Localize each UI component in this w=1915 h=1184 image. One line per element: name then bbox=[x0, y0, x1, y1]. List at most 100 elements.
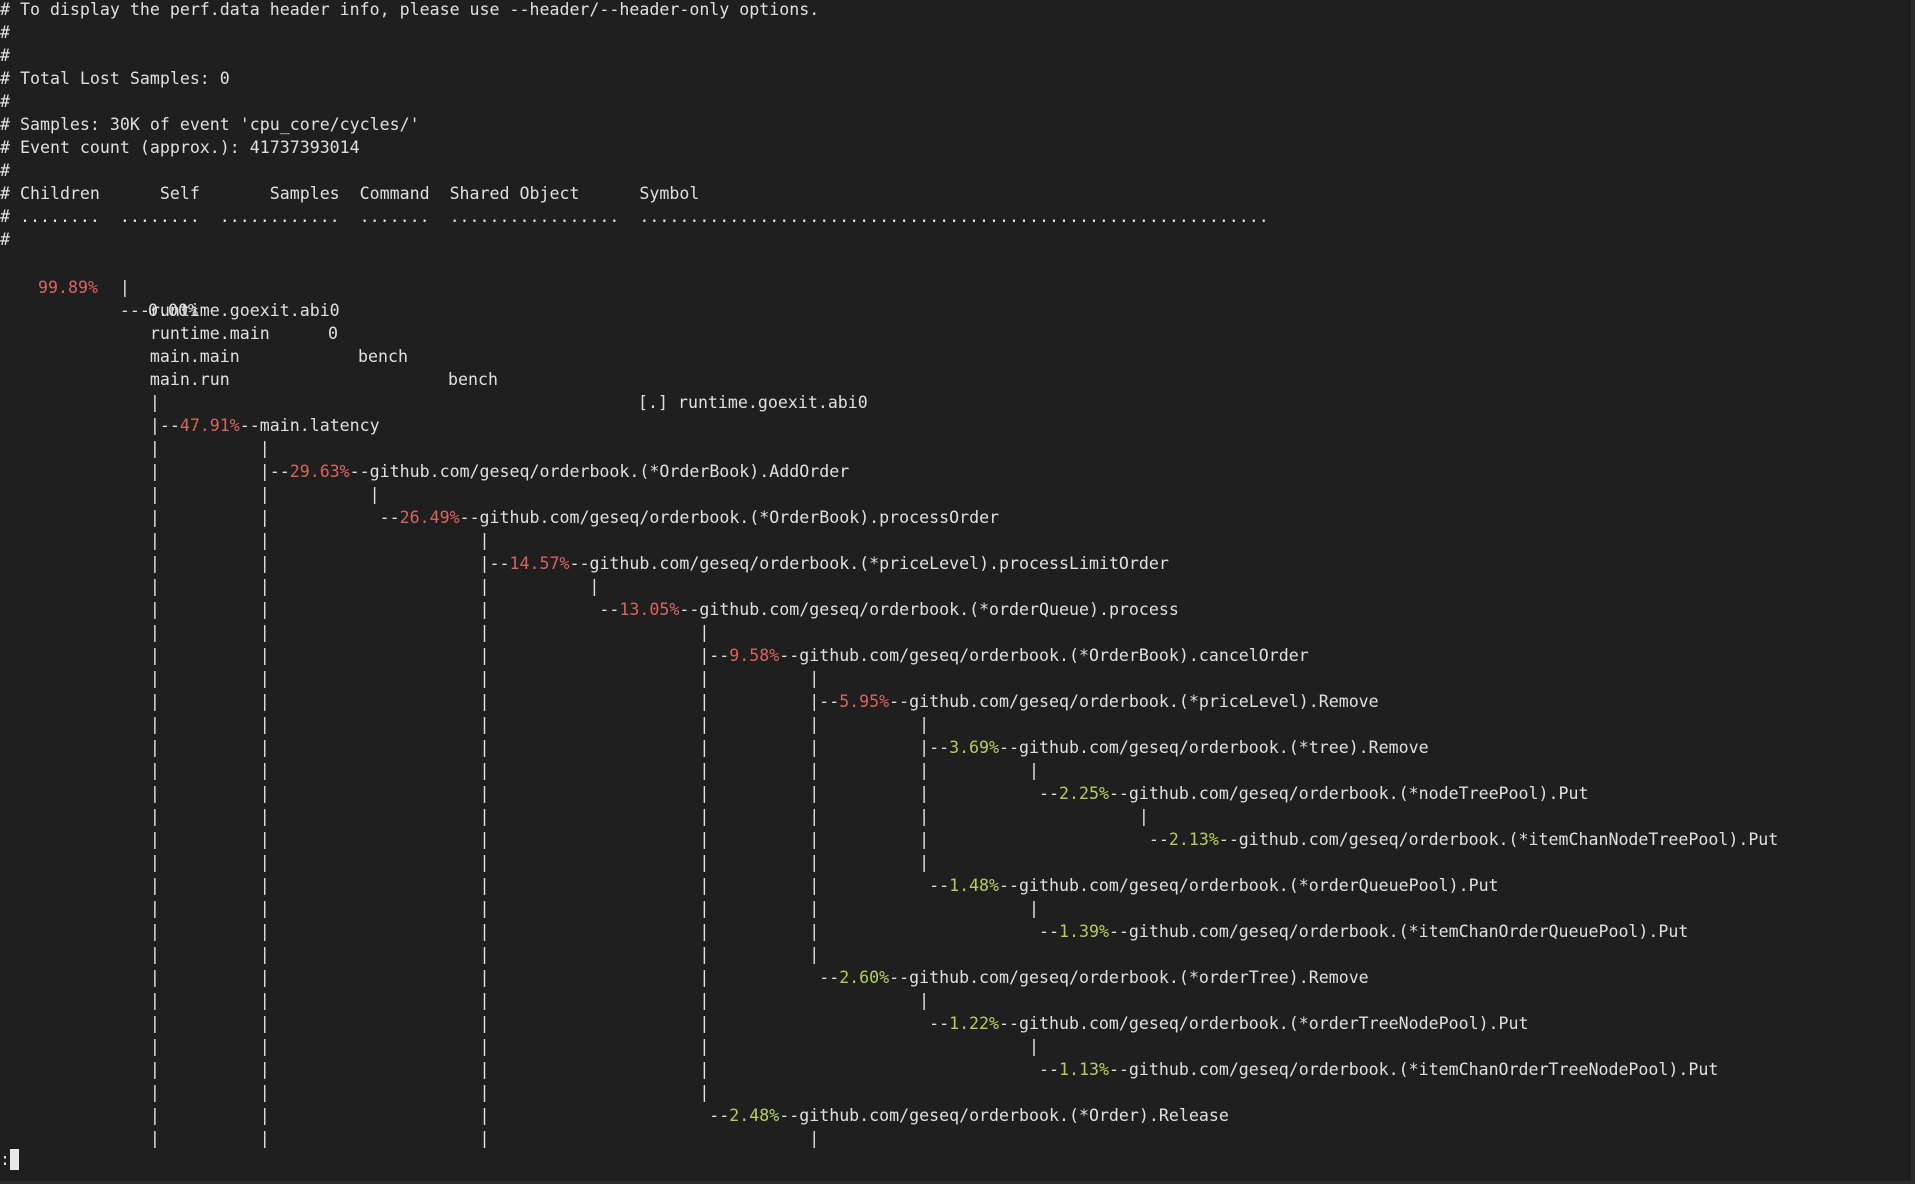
call-percent: 29.63% bbox=[289, 462, 350, 481]
call-symbol: --github.com/geseq/orderbook.(*OrderBook… bbox=[459, 508, 1000, 527]
call-graph-line[interactable]: ---runtime.goexit.abi0 bbox=[0, 299, 340, 322]
call-graph-line[interactable]: | | | | | | bbox=[0, 897, 1039, 920]
call-graph-line[interactable]: | | | |--9.58%--github.com/geseq/orderbo… bbox=[0, 644, 1309, 667]
call-percent: 1.39% bbox=[1058, 922, 1109, 941]
call-symbol: --github.com/geseq/orderbook.(*OrderBook… bbox=[349, 462, 850, 481]
call-percent: 9.58% bbox=[729, 646, 780, 665]
tree-branch: | | | | | | | bbox=[0, 807, 1149, 826]
call-graph-line[interactable]: | | | bbox=[0, 483, 380, 506]
tree-branch: | | |-- bbox=[0, 554, 510, 573]
tree-branch: | | | -- bbox=[0, 600, 620, 619]
header-line: # bbox=[0, 46, 10, 65]
call-graph-line[interactable]: | | --26.49%--github.com/geseq/orderbook… bbox=[0, 506, 999, 529]
call-graph-line[interactable]: main.run bbox=[0, 368, 230, 391]
call-graph-line[interactable]: | |--29.63%--github.com/geseq/orderbook.… bbox=[0, 460, 849, 483]
tree-branch: | | | | | | -- bbox=[0, 784, 1059, 803]
call-percent: 3.69% bbox=[949, 738, 1000, 757]
call-graph-line[interactable]: | | | | | | bbox=[0, 851, 929, 874]
tree-branch: main.main bbox=[0, 347, 240, 366]
call-graph-line[interactable]: | | | | | --1.48%--github.com/geseq/orde… bbox=[0, 874, 1499, 897]
header-line: # bbox=[0, 92, 10, 111]
call-graph-line[interactable]: | | |--14.57%--github.com/geseq/orderboo… bbox=[0, 552, 1169, 575]
tree-branch: | | | | | | | bbox=[0, 761, 1039, 780]
call-graph-line[interactable]: | | | | | |--3.69%--github.com/geseq/ord… bbox=[0, 736, 1429, 759]
call-symbol: --github.com/geseq/orderbook.(*Order).Re… bbox=[779, 1106, 1229, 1125]
call-symbol: --github.com/geseq/orderbook.(*orderTree… bbox=[999, 1014, 1529, 1033]
call-graph-line[interactable]: | | | --2.48%--github.com/geseq/orderboo… bbox=[0, 1104, 1229, 1127]
call-graph-line[interactable]: |--47.91%--main.latency bbox=[0, 414, 380, 437]
call-symbol: --github.com/geseq/orderbook.(*orderTree… bbox=[889, 968, 1369, 987]
call-graph-line[interactable]: main.main bbox=[0, 345, 240, 368]
call-graph-line[interactable]: | | | | | | bbox=[0, 713, 929, 736]
call-percent: 2.60% bbox=[839, 968, 890, 987]
header-line: # bbox=[0, 230, 10, 249]
call-graph-line[interactable]: | | | | | --1.39%--github.com/geseq/orde… bbox=[0, 920, 1689, 943]
tree-branch: | | | | bbox=[0, 577, 600, 596]
tree-branch: ---runtime.goexit.abi0 bbox=[0, 301, 340, 320]
terminal-scrollbar[interactable] bbox=[1911, 0, 1915, 1184]
tree-branch: runtime.main bbox=[0, 324, 270, 343]
header-line: # bbox=[0, 161, 10, 180]
tree-branch: | | | | | | -- bbox=[0, 830, 1169, 849]
call-graph-line[interactable]: | | | | --2.60%--github.com/geseq/orderb… bbox=[0, 966, 1369, 989]
top-sample-row[interactable]: 99.89% 0.00% 0 bench bench [.] runtime.g… bbox=[0, 253, 868, 412]
tree-branch: | bbox=[0, 393, 160, 412]
call-graph-line[interactable]: | | | bbox=[0, 529, 490, 552]
call-graph-line[interactable]: | | | | |--5.95%--github.com/geseq/order… bbox=[0, 690, 1379, 713]
call-percent: 5.95% bbox=[839, 692, 890, 711]
call-graph-line[interactable]: | | | | bbox=[0, 621, 709, 644]
call-graph-line[interactable]: | | | | | bbox=[0, 667, 819, 690]
call-graph-line[interactable]: runtime.main bbox=[0, 322, 270, 345]
tree-branch: | | | | | bbox=[0, 945, 820, 964]
call-graph-line[interactable]: | | | | | | --2.25%--github.com/geseq/or… bbox=[0, 782, 1589, 805]
call-percent: 1.22% bbox=[949, 1014, 1000, 1033]
call-graph-line[interactable]: | | | | bbox=[0, 575, 600, 598]
call-percent: 14.57% bbox=[509, 554, 570, 573]
call-symbol: --github.com/geseq/orderbook.(*orderQueu… bbox=[999, 876, 1499, 895]
tree-branch: | | | | |-- bbox=[0, 692, 840, 711]
call-graph-line[interactable]: | | | | --1.22%--github.com/geseq/orderb… bbox=[0, 1012, 1529, 1035]
call-symbol: --github.com/geseq/orderbook.(*orderQueu… bbox=[679, 600, 1179, 619]
tree-branch: |-- bbox=[0, 416, 180, 435]
prompt-char: : bbox=[0, 1150, 10, 1169]
text-cursor bbox=[10, 1149, 19, 1170]
call-graph-line[interactable]: | | | | | | --2.13%--github.com/geseq/or… bbox=[0, 828, 1778, 851]
call-percent: 2.48% bbox=[729, 1106, 780, 1125]
tree-branch: | |-- bbox=[0, 462, 290, 481]
tree-branch: | | bbox=[0, 439, 270, 458]
call-graph-line[interactable]: | | | | --1.13%--github.com/geseq/orderb… bbox=[0, 1058, 1719, 1081]
call-graph-line[interactable]: | | | | | | | bbox=[0, 759, 1039, 782]
tree-branch: main.run bbox=[0, 370, 230, 389]
call-symbol: --github.com/geseq/orderbook.(*itemChanN… bbox=[1218, 830, 1779, 849]
header-line: # Samples: 30K of event 'cpu_core/cycles… bbox=[0, 115, 420, 134]
call-graph-line[interactable]: | | bbox=[0, 437, 270, 460]
call-graph-line[interactable]: | | | | | | | bbox=[0, 805, 1149, 828]
call-graph-line[interactable]: | bbox=[0, 276, 130, 299]
call-graph-line[interactable]: | | | | bbox=[0, 1081, 709, 1104]
call-percent: 2.13% bbox=[1168, 830, 1219, 849]
tree-branch: | | | | -- bbox=[0, 1014, 950, 1033]
tree-branch: | | | | bbox=[0, 1083, 710, 1102]
tree-branch: | | | | | -- bbox=[0, 876, 950, 895]
header-line: # Event count (approx.): 41737393014 bbox=[0, 138, 360, 157]
call-graph-line[interactable]: | | | | | bbox=[0, 943, 819, 966]
tree-branch: | bbox=[0, 278, 130, 297]
header-line: # ........ ........ ............ .......… bbox=[0, 207, 1269, 226]
call-graph-line[interactable]: | | | --13.05%--github.com/geseq/orderbo… bbox=[0, 598, 1179, 621]
tree-branch: | | | | | bbox=[0, 669, 820, 688]
call-graph-line[interactable]: | | | | | bbox=[0, 989, 929, 1012]
symbol-name: [.] runtime.goexit.abi0 bbox=[638, 393, 868, 412]
call-graph-line[interactable]: | | | | | bbox=[0, 1035, 1039, 1058]
tree-branch: | | | | bbox=[0, 623, 710, 642]
perf-report-terminal[interactable]: # To display the perf.data header info, … bbox=[0, 0, 1915, 1184]
call-graph-line[interactable]: | | | | bbox=[0, 1127, 819, 1150]
pager-prompt[interactable]: : bbox=[0, 1148, 19, 1171]
shared-object: bench bbox=[448, 370, 498, 389]
tree-branch: | | | |-- bbox=[0, 646, 730, 665]
header-line: # Total Lost Samples: 0 bbox=[0, 69, 230, 88]
tree-branch: | | | | -- bbox=[0, 1060, 1059, 1079]
tree-branch: | | | | | | bbox=[0, 853, 930, 872]
call-percent: 1.48% bbox=[949, 876, 1000, 895]
call-graph-line[interactable]: | bbox=[0, 391, 160, 414]
tree-branch: | | -- bbox=[0, 508, 400, 527]
